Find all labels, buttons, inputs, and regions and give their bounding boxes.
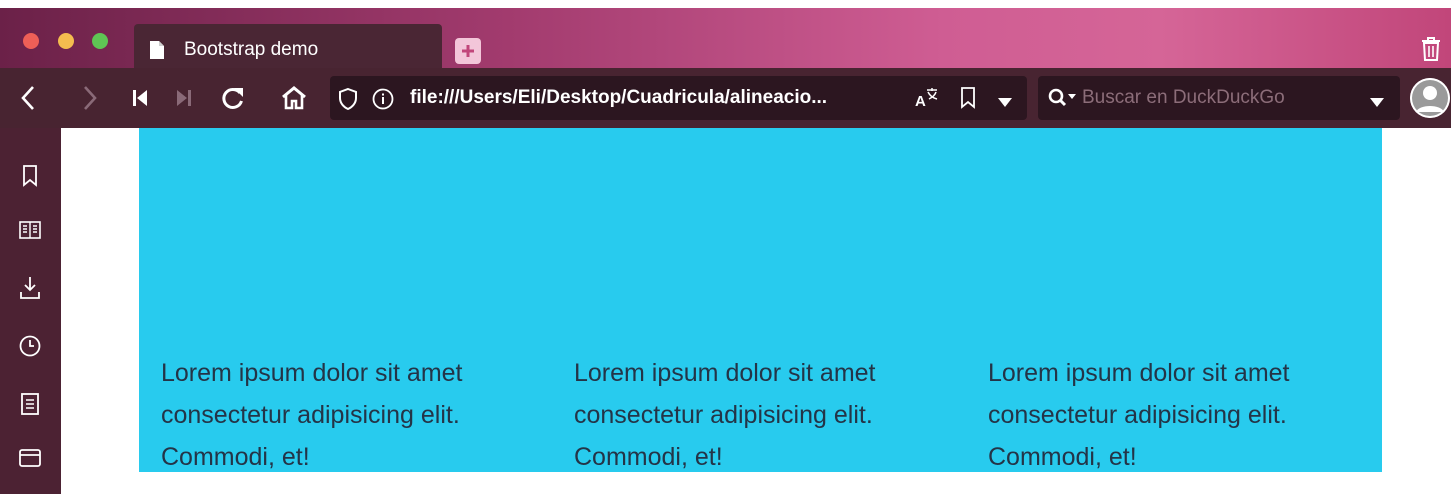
avatar[interactable] — [1410, 78, 1450, 118]
column-text-line: consectetur adipisicing elit. — [988, 401, 1287, 429]
skip-forward-icon — [177, 90, 191, 106]
sidebar-panels-icon[interactable] — [18, 446, 42, 470]
column-3: Lorem ipsum dolor sit amet consectetur a… — [988, 352, 1368, 478]
bookmark-icon[interactable] — [960, 87, 976, 114]
search-dropdown-icon[interactable] — [1370, 94, 1384, 112]
column-text-line: Lorem ipsum dolor sit amet — [988, 359, 1290, 387]
column-text-line: consectetur adipisicing elit. — [161, 401, 460, 429]
fast-forward-button[interactable] — [172, 86, 196, 110]
browser-toolbar: file:///Users/Eli/Desktop/Cuadricula/ali… — [0, 68, 1451, 128]
search-input[interactable] — [1082, 82, 1352, 114]
translate-icon[interactable]: A — [914, 87, 940, 114]
sidebar-reader-icon[interactable] — [18, 218, 42, 242]
home-button[interactable] — [278, 84, 310, 112]
user-icon — [1410, 78, 1450, 118]
sidebar — [0, 128, 61, 494]
sidebar-notes-icon[interactable] — [18, 392, 42, 416]
info-icon[interactable] — [372, 88, 394, 115]
sidebar-bookmarks-icon[interactable] — [18, 164, 42, 188]
trash-icon[interactable] — [1420, 36, 1444, 64]
column-2: Lorem ipsum dolor sit amet consectetur a… — [574, 352, 954, 478]
shield-icon[interactable] — [338, 87, 358, 115]
search-icon — [1048, 88, 1076, 113]
tab-strip: Bootstrap demo — [0, 8, 1451, 76]
window-close-button[interactable] — [23, 33, 39, 49]
column-1: Lorem ipsum dolor sit amet consectetur a… — [161, 352, 541, 478]
column-text-line: Commodi, et! — [574, 443, 723, 471]
address-bar[interactable]: file:///Users/Eli/Desktop/Cuadricula/ali… — [330, 76, 1027, 120]
chevron-right-icon — [84, 86, 97, 110]
search-bar[interactable] — [1038, 76, 1400, 120]
sidebar-history-icon[interactable] — [18, 334, 42, 358]
chevron-down-icon[interactable] — [998, 94, 1012, 112]
sidebar-downloads-icon[interactable] — [18, 276, 42, 300]
window-minimize-button[interactable] — [58, 33, 74, 49]
home-icon — [282, 86, 306, 110]
column-text-line: Commodi, et! — [988, 443, 1137, 471]
column-text-line: Lorem ipsum dolor sit amet — [574, 359, 876, 387]
new-tab-button[interactable] — [455, 38, 481, 64]
reload-icon — [222, 88, 243, 109]
chevron-left-icon — [21, 86, 34, 110]
url-text[interactable]: file:///Users/Eli/Desktop/Cuadricula/ali… — [410, 76, 827, 120]
forward-button[interactable] — [76, 84, 104, 112]
bootstrap-row-container: Lorem ipsum dolor sit amet consectetur a… — [139, 128, 1382, 472]
column-text-line: Lorem ipsum dolor sit amet — [161, 359, 463, 387]
document-icon — [148, 40, 166, 60]
svg-text:A: A — [915, 93, 926, 109]
window-maximize-button[interactable] — [92, 33, 108, 49]
column-text-line: consectetur adipisicing elit. — [574, 401, 873, 429]
reload-button[interactable] — [218, 84, 248, 112]
tab-title: Bootstrap demo — [184, 39, 319, 60]
plus-icon — [462, 45, 474, 57]
column-text-line: Commodi, et! — [161, 443, 310, 471]
rewind-button[interactable] — [128, 86, 152, 110]
skip-back-icon — [133, 90, 147, 106]
back-button[interactable] — [14, 84, 42, 112]
